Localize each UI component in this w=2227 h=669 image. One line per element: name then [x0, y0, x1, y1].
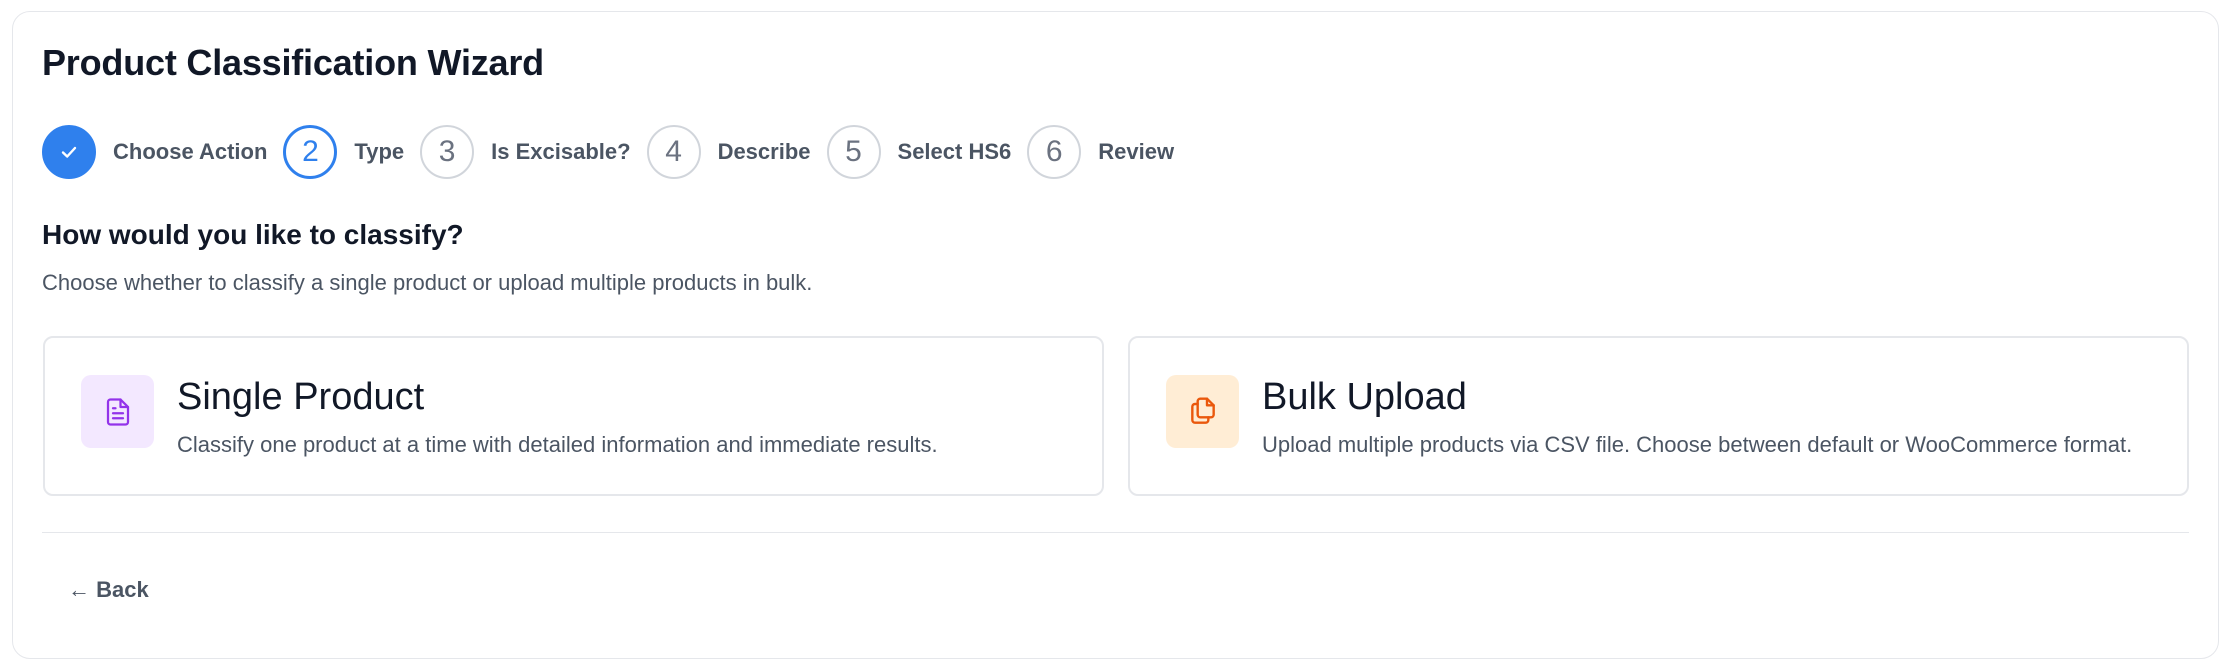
- page-title: Product Classification Wizard: [42, 42, 544, 83]
- step-label: Review: [1098, 139, 1175, 164]
- option-description: Classify one product at a time with deta…: [177, 432, 938, 457]
- option-title: Bulk Upload: [1262, 376, 1467, 418]
- step-number: 3: [420, 125, 475, 179]
- wizard-stepper: Choose Action 2 Type 3 Is Excisable? 4 D…: [42, 124, 1190, 180]
- step-type[interactable]: 2 Type: [283, 125, 404, 179]
- step-number: 4: [646, 125, 701, 179]
- step-label: Describe: [717, 139, 811, 164]
- checkmark-icon: [61, 146, 77, 158]
- single-product-icon-tile: [81, 375, 154, 448]
- step-label: Type: [354, 139, 405, 164]
- step-number: 6: [1027, 125, 1082, 179]
- bulk-upload-option[interactable]: Bulk Upload Upload multiple products via…: [1128, 336, 2189, 496]
- step-number: 2: [283, 125, 338, 179]
- step-number: 5: [826, 125, 881, 179]
- step-is-excisable[interactable]: 3 Is Excisable?: [420, 125, 631, 179]
- step-complete-indicator: [42, 125, 96, 179]
- option-title: Single Product: [177, 376, 425, 418]
- step-select-hs6[interactable]: 5 Select HS6: [826, 125, 1012, 179]
- step-label: Is Excisable?: [491, 139, 631, 164]
- wizard-card: [12, 11, 2219, 659]
- step-describe[interactable]: 4 Describe: [646, 125, 811, 179]
- bulk-upload-icon-tile: [1166, 375, 1239, 448]
- step-review[interactable]: 6 Review: [1027, 125, 1174, 179]
- option-description: Upload multiple products via CSV file. C…: [1262, 432, 2133, 457]
- single-product-option[interactable]: Single Product Classify one product at a…: [43, 336, 1104, 496]
- section-heading: How would you like to classify?: [42, 219, 464, 250]
- step-label: Choose Action: [113, 139, 268, 164]
- section-description: Choose whether to classify a single prod…: [42, 270, 813, 295]
- document-icon: [106, 397, 129, 426]
- step-choose-action[interactable]: Choose Action: [42, 125, 267, 179]
- copy-files-icon: [1190, 396, 1215, 424]
- back-button[interactable]: ← Back: [56, 569, 161, 611]
- footer-divider: [42, 532, 2189, 533]
- step-label: Select HS6: [897, 139, 1012, 164]
